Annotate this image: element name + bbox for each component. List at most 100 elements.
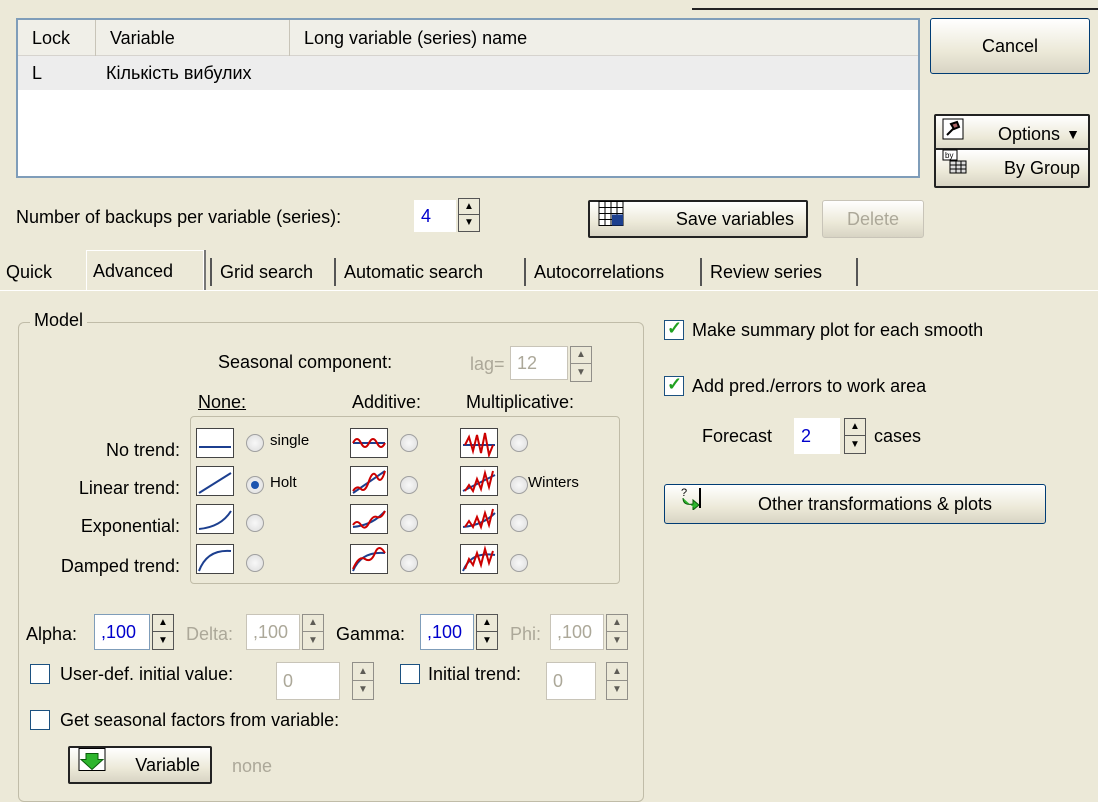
- top-divider: [692, 8, 1098, 10]
- forecast-label: Forecast: [702, 426, 773, 446]
- model-title: Model: [30, 310, 88, 331]
- damped-multiplicative-icon: [460, 544, 498, 574]
- row-lock: L: [32, 63, 43, 83]
- cancel-label: Cancel: [981, 36, 1039, 56]
- delta-input[interactable]: ,100: [246, 614, 300, 650]
- radio-holt[interactable]: [246, 476, 264, 494]
- gamma-label: Gamma:: [336, 624, 406, 644]
- delete-label: Delete: [846, 209, 900, 229]
- by-group-button[interactable]: by By Group: [934, 148, 1090, 188]
- lag-spinner[interactable]: ▲ ▼: [570, 346, 592, 382]
- save-variables-label: Save variables: [675, 209, 794, 229]
- user-initial-input[interactable]: 0: [276, 662, 340, 700]
- phi-spinner[interactable]: ▲ ▼: [606, 614, 628, 650]
- delta-spinner[interactable]: ▲ ▼: [302, 614, 324, 650]
- user-initial-checkbox[interactable]: [30, 664, 50, 684]
- by-group-label: By Group: [1003, 158, 1080, 178]
- winters-label: Winters: [528, 474, 579, 491]
- tab-advanced[interactable]: Advanced: [86, 250, 204, 290]
- initial-trend-label: Initial trend:: [428, 664, 522, 684]
- dropdown-arrow-icon: ▼: [1066, 126, 1080, 142]
- radio-no-trend-multiplicative[interactable]: [510, 434, 528, 452]
- variable-list[interactable]: Lock Variable Long variable (series) nam…: [16, 18, 920, 178]
- tab-autocorrelations[interactable]: Autocorrelations: [528, 256, 670, 290]
- column-lock[interactable]: Lock: [18, 20, 96, 56]
- phi-input[interactable]: ,100: [550, 614, 604, 650]
- initial-trend-checkbox[interactable]: [400, 664, 420, 684]
- user-initial-label: User-def. initial value:: [60, 664, 234, 684]
- lag-label: lag=: [470, 354, 505, 374]
- holt-label: Holt: [270, 474, 297, 491]
- col-multiplicative-label: Multiplicative:: [466, 392, 575, 412]
- tab-separator: [524, 258, 526, 286]
- hammer-icon: [942, 116, 964, 152]
- exponential-label: Exponential:: [80, 516, 180, 536]
- backups-spinner[interactable]: ▲ ▼: [458, 198, 480, 232]
- no-trend-none-icon: [196, 428, 234, 458]
- options-label: Options: [997, 124, 1060, 144]
- radio-no-trend-additive[interactable]: [400, 434, 418, 452]
- tab-quick[interactable]: Quick: [0, 256, 58, 290]
- col-none-label: None:: [198, 392, 247, 412]
- radio-linear-additive[interactable]: [400, 476, 418, 494]
- other-transformations-button[interactable]: ? Other transformations & plots: [664, 484, 1046, 524]
- summary-plot-label: Make summary plot for each smooth: [692, 320, 984, 340]
- tab-separator: [700, 258, 702, 286]
- cancel-button[interactable]: Cancel: [930, 18, 1090, 74]
- no-trend-label: No trend:: [105, 440, 180, 460]
- radio-damped-none[interactable]: [246, 554, 264, 572]
- radio-exponential-none[interactable]: [246, 514, 264, 532]
- initial-trend-input[interactable]: 0: [546, 662, 596, 700]
- transform-arrow-icon: ?: [679, 485, 703, 523]
- damped-additive-icon: [350, 544, 388, 574]
- by-group-icon: by: [942, 149, 968, 187]
- col-additive-label: Additive:: [352, 392, 422, 412]
- damped-none-icon: [196, 544, 234, 574]
- tab-review-series[interactable]: Review series: [704, 256, 828, 290]
- gamma-input[interactable]: ,100: [420, 614, 474, 650]
- exponential-none-icon: [196, 504, 234, 534]
- user-initial-spinner[interactable]: ▲ ▼: [352, 662, 374, 700]
- delete-button[interactable]: Delete: [822, 200, 924, 238]
- alpha-input[interactable]: ,100: [94, 614, 150, 650]
- lag-input[interactable]: 12: [510, 346, 568, 380]
- summary-plot-checkbox[interactable]: [664, 318, 684, 340]
- gamma-spinner[interactable]: ▲ ▼: [476, 614, 498, 650]
- variable-button[interactable]: Variable: [68, 746, 212, 784]
- linear-additive-icon: [350, 466, 388, 496]
- seasonal-variable-value: none: [232, 756, 273, 776]
- radio-exponential-multiplicative[interactable]: [510, 514, 528, 532]
- forecast-input[interactable]: 2: [794, 418, 840, 454]
- radio-damped-additive[interactable]: [400, 554, 418, 572]
- seasonal-factors-label: Get seasonal factors from variable:: [60, 710, 340, 730]
- other-transformations-label: Other transformations & plots: [757, 494, 993, 514]
- backups-input[interactable]: 4: [414, 200, 456, 232]
- svg-text:?: ?: [681, 487, 687, 499]
- tab-panel-border: [0, 290, 1098, 291]
- no-trend-multiplicative-icon: [460, 428, 498, 459]
- column-variable[interactable]: Variable: [96, 20, 290, 56]
- tab-automatic-search[interactable]: Automatic search: [338, 256, 489, 290]
- svg-text:by: by: [945, 151, 953, 160]
- radio-exponential-additive[interactable]: [400, 514, 418, 532]
- exponential-additive-icon: [350, 504, 388, 534]
- column-long-name[interactable]: Long variable (series) name: [290, 20, 918, 56]
- tab-grid-search[interactable]: Grid search: [214, 256, 319, 290]
- radio-no-trend-none[interactable]: [246, 434, 264, 452]
- add-pred-checkbox[interactable]: [664, 374, 684, 396]
- radio-damped-multiplicative[interactable]: [510, 554, 528, 572]
- seasonal-component-label: Seasonal component:: [218, 352, 393, 372]
- forecast-spinner[interactable]: ▲ ▼: [844, 418, 866, 454]
- seasonal-factors-checkbox[interactable]: [30, 710, 50, 730]
- save-grid-icon: [598, 201, 624, 238]
- row-variable: Кількість вибулих: [106, 63, 252, 83]
- alpha-spinner[interactable]: ▲ ▼: [152, 614, 174, 650]
- initial-trend-spinner[interactable]: ▲ ▼: [606, 662, 628, 700]
- table-row[interactable]: L Кількість вибулих: [18, 56, 918, 90]
- save-variables-button[interactable]: Save variables: [588, 200, 808, 238]
- linear-none-icon: [196, 466, 234, 496]
- backups-label: Number of backups per variable (series):: [16, 207, 342, 227]
- radio-winters[interactable]: [510, 476, 528, 494]
- variable-select-icon: [78, 748, 106, 783]
- single-label: single: [270, 432, 310, 449]
